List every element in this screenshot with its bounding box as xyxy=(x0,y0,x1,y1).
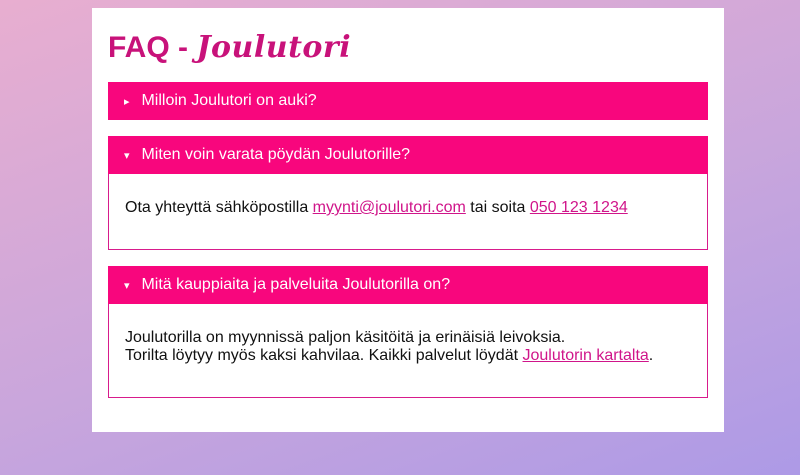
answer-3-line-1: Joulutorilla on myynnissä paljon käsitöi… xyxy=(125,329,566,346)
expanded-arrow-icon: ▾ xyxy=(124,150,130,162)
faq-answer-3: Joulutorilla on myynnissä paljon käsitöi… xyxy=(108,304,708,398)
collapsed-arrow-icon: ▸ xyxy=(124,96,130,108)
faq-question-3-label: Mitä kauppiaita ja palveluita Joulutoril… xyxy=(141,276,451,293)
faq-item-3: ▾ Mitä kauppiaita ja palveluita Joulutor… xyxy=(108,266,708,398)
phone-link[interactable]: 050 123 1234 xyxy=(530,199,628,216)
faq-question-2-label: Miten voin varata pöydän Joulutorille? xyxy=(141,146,411,163)
faq-question-toggle-2[interactable]: ▾ Miten voin varata pöydän Joulutorille? xyxy=(108,136,708,174)
faq-question-toggle-3[interactable]: ▾ Mitä kauppiaita ja palveluita Joulutor… xyxy=(108,266,708,304)
faq-card: FAQ - Joulutori ▸ Milloin Joulutori on a… xyxy=(92,8,724,432)
faq-item-2: ▾ Miten voin varata pöydän Joulutorille?… xyxy=(108,136,708,250)
map-link[interactable]: Joulutorin kartalta xyxy=(523,347,649,364)
expanded-arrow-icon: ▾ xyxy=(124,280,130,292)
faq-question-toggle-1[interactable]: ▸ Milloin Joulutori on auki? xyxy=(108,82,708,120)
faq-answer-2: Ota yhteyttä sähköpostilla myynti@joulut… xyxy=(108,174,708,250)
email-link[interactable]: myynti@joulutori.com xyxy=(313,199,466,216)
answer-2-text-start: Ota yhteyttä sähköpostilla xyxy=(125,199,313,216)
title-script: Joulutori xyxy=(196,30,352,65)
answer-3-line-2-end: . xyxy=(648,347,654,364)
answer-3-line-2: Torilta löytyy myös kaksi kahvilaa. Kaik… xyxy=(125,347,523,364)
faq-item-1: ▸ Milloin Joulutori on auki? xyxy=(108,82,708,120)
page-title: FAQ - Joulutori xyxy=(108,30,708,66)
answer-2-text-middle: tai soita xyxy=(465,199,530,216)
title-prefix: FAQ - xyxy=(108,31,197,64)
faq-question-1-label: Milloin Joulutori on auki? xyxy=(141,92,317,109)
